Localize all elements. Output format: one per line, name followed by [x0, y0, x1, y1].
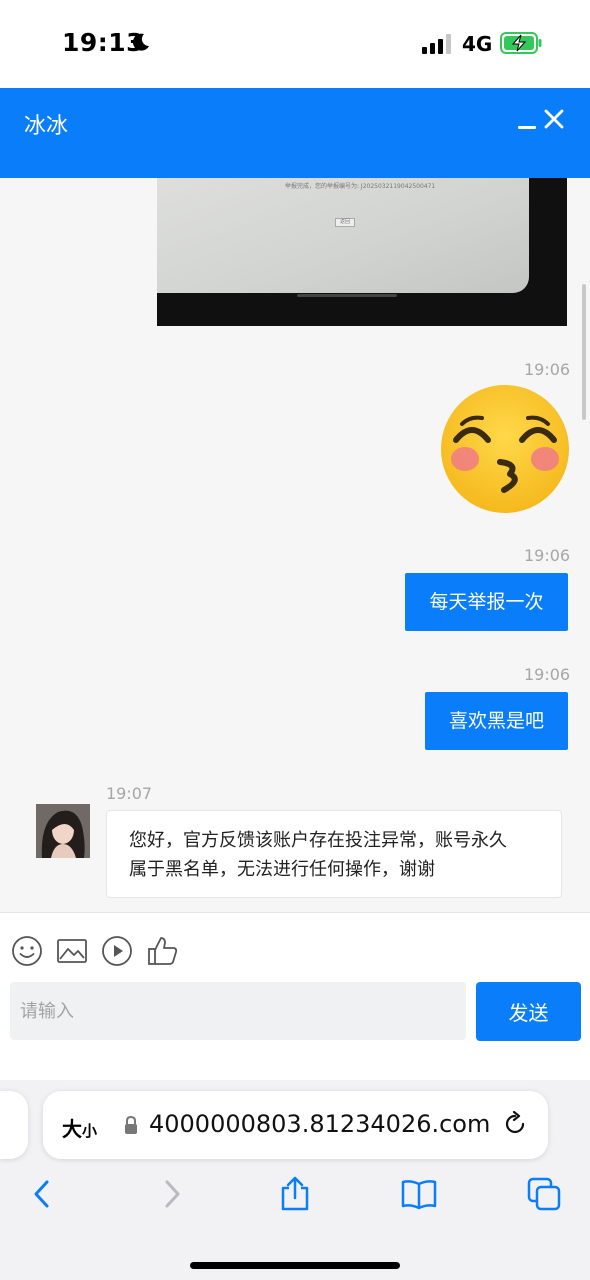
message-timestamp: 19:06: [524, 665, 571, 684]
message-timestamp: 19:06: [524, 360, 571, 379]
status-bar: 19:13 4G: [0, 0, 590, 88]
emoji-icon[interactable]: [11, 935, 43, 967]
network-label: 4G: [462, 32, 493, 56]
thumbs-up-icon[interactable]: [147, 935, 179, 967]
photo-return-button: 返回: [335, 218, 355, 227]
image-icon[interactable]: [56, 935, 88, 967]
agent-avatar[interactable]: [36, 804, 90, 858]
reload-icon[interactable]: [502, 1111, 528, 1137]
lock-icon: [125, 1115, 137, 1134]
image-message[interactable]: 举报完成，您的举报编号为: J2025032119042500471 返回: [157, 178, 567, 326]
incoming-message[interactable]: 您好，官方反馈该账户存在投注异常，账号永久 属于黑名单，无法进行任何操作，谢谢: [106, 810, 562, 898]
chat-title: 冰冰: [24, 114, 69, 139]
message-timestamp: 19:06: [524, 546, 571, 565]
share-icon[interactable]: [277, 1176, 313, 1212]
scrollbar[interactable]: [582, 284, 586, 420]
address-bar[interactable]: 大小 4000000803.81234026.com: [43, 1091, 548, 1159]
photo-laptop-edge: [297, 294, 397, 297]
composer: 发送: [0, 912, 590, 1080]
previous-tab-edge[interactable]: [0, 1091, 28, 1159]
message-list[interactable]: 举报完成，您的举报编号为: J2025032119042500471 返回 19…: [0, 178, 590, 912]
send-button[interactable]: 发送: [476, 982, 581, 1041]
photo-screen: 举报完成，您的举报编号为: J2025032119042500471 返回: [157, 178, 529, 293]
moon-icon: [132, 33, 149, 51]
chat-header: 冰冰: [0, 88, 590, 178]
forward-icon[interactable]: [153, 1176, 189, 1212]
text-size-button[interactable]: 大小: [62, 1113, 97, 1142]
outgoing-message[interactable]: 喜欢黑是吧: [425, 692, 568, 750]
text-size-big: 大: [62, 1117, 82, 1141]
text-size-small: 小: [82, 1122, 98, 1140]
message-timestamp: 19:07: [106, 784, 153, 803]
minimize-icon[interactable]: [516, 116, 538, 138]
battery-charging-icon: [500, 32, 542, 54]
signal-icon: [422, 34, 451, 54]
home-indicator[interactable]: [190, 1262, 400, 1269]
back-icon[interactable]: [25, 1176, 61, 1212]
video-icon[interactable]: [101, 935, 133, 967]
photo-caption: 举报完成，您的举报编号为: J2025032119042500471: [285, 183, 436, 190]
browser-toolbar: 大小 4000000803.81234026.com: [0, 1080, 590, 1280]
outgoing-message[interactable]: 每天举报一次: [405, 573, 568, 631]
close-icon[interactable]: [543, 108, 565, 130]
kissing-face-emoji: [441, 385, 569, 513]
url-text[interactable]: 4000000803.81234026.com: [149, 1110, 490, 1138]
incoming-message-line: 您好，官方反馈该账户存在投注异常，账号永久: [129, 830, 507, 851]
bookmarks-icon[interactable]: [401, 1176, 437, 1212]
incoming-message-line: 属于黑名单，无法进行任何操作，谢谢: [129, 859, 435, 880]
message-input[interactable]: [10, 982, 466, 1040]
tabs-icon[interactable]: [526, 1176, 562, 1212]
